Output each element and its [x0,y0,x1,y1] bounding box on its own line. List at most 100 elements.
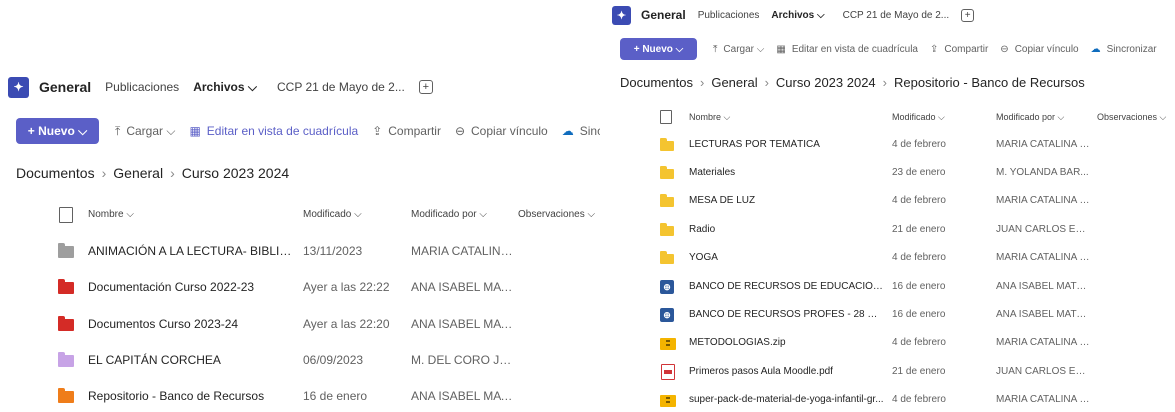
table-row[interactable]: super-pack-de-material-de-yoga-infantil-… [608,390,1175,410]
table-row[interactable]: Documentación Curso 2022-23 Ayer a las 2… [0,274,600,300]
file-modified-by: M. YOLANDA BAR... [996,167,1089,178]
web-link-icon: ⊕ [660,308,674,322]
breadcrumb-curso[interactable]: Curso 2023 2024 [182,165,289,181]
table-row[interactable]: Documentos Curso 2023-24 Ayer a las 22:2… [0,311,600,337]
table-row[interactable]: EL CAPITÁN CORCHEA 06/09/2023 M. DEL COR… [0,347,600,373]
table-row[interactable]: METODOLOGIAS.zip 4 de febrero MARIA CATA… [608,333,1175,353]
breadcrumb-separator-icon: › [764,75,769,90]
file-name[interactable]: Materiales [689,167,884,178]
team-logo-icon: ✦ [612,5,631,25]
column-observaciones[interactable]: Observaciones ⌵ [1097,112,1166,123]
table-row[interactable]: LECTURAS POR TEMÁTICA 4 de febrero MARIA… [608,135,1175,155]
edit-grid-label: Editar en vista de cuadrícula [791,43,918,55]
file-modified-by: ANA ISABEL MATO... [996,309,1092,320]
folder-icon [660,166,674,179]
file-name[interactable]: EL CAPITÁN CORCHEA [88,353,293,367]
file-name[interactable]: LECTURAS POR TEMÁTICA [689,139,884,150]
table-row[interactable]: ⊕ BANCO DE RECURSOS PROFES - 28 MAYO... … [608,305,1175,325]
copy-link-button[interactable]: ⊖ Copiar vínculo [455,124,548,138]
breadcrumb-general[interactable]: General [711,75,757,90]
sync-button[interactable]: ☁ Sincronizar [562,124,600,138]
add-tab-icon[interactable]: + [961,8,975,22]
file-modified: 4 de febrero [892,139,946,150]
channel-title: General [641,8,686,22]
tab-ccp[interactable]: CCP 21 de Mayo de 2... [277,80,405,94]
breadcrumb-curso[interactable]: Curso 2023 2024 [776,75,876,90]
sync-button[interactable]: ☁ Sincronizar [1091,44,1157,55]
chevron-down-icon: ⌵ [817,9,825,21]
column-modified-by[interactable]: Modificado por ⌵ [411,209,487,220]
folder-icon [660,194,674,207]
table-row[interactable]: ⊕ BANCO DE RECURSOS DE EDUCACIÓN INF... … [608,277,1175,297]
column-modified-by[interactable]: Modificado por ⌵ [996,112,1064,123]
grid-icon: ▦ [189,124,201,138]
table-row[interactable]: Radio 21 de enero JUAN CARLOS ESPI... [608,220,1175,240]
breadcrumb: Documentos › General › Curso 2023 2024 › Repos… [620,75,1085,90]
zip-file-icon [660,338,676,350]
breadcrumb-separator-icon: › [882,75,888,90]
tab-archivos[interactable]: Archivos ⌵ [771,10,824,21]
upload-button[interactable]: ⤒ Cargar ⌵ [713,44,764,55]
upload-icon: ⤒ [713,43,718,55]
file-modified: Ayer a las 22:22 [303,280,390,294]
table-row[interactable]: ANIMACIÓN A LA LECTURA- BIBLIOTECA 13/11… [0,238,600,264]
grid-icon: ▦ [776,43,786,55]
file-modified-by: JUAN CARLOS ESPI... [996,366,1092,377]
tab-ccp[interactable]: CCP 21 de Mayo de 2... [843,10,950,21]
edit-grid-button[interactable]: ▦ Editar en vista de cuadrícula [189,124,358,138]
column-name[interactable]: Nombre ⌵ [88,209,134,220]
file-name[interactable]: super-pack-de-material-de-yoga-infantil-… [689,394,884,405]
tab-publicaciones[interactable]: Publicaciones [698,10,760,21]
column-modified[interactable]: Modificado ⌵ [892,112,945,123]
table-row[interactable]: Primeros pasos Aula Moodle.pdf 21 de ene… [608,362,1175,382]
file-name[interactable]: Radio [689,224,884,235]
link-icon: ⊖ [1000,43,1009,55]
upload-button[interactable]: ⤒ Cargar ⌵ [115,124,175,139]
column-observaciones[interactable]: Observaciones ⌵ [518,209,595,220]
table-row[interactable]: Repositorio - Banco de Recursos 16 de en… [0,383,600,409]
file-name[interactable]: Documentación Curso 2022-23 [88,280,293,294]
file-modified: 13/11/2023 [303,244,363,258]
copy-link-label: Copiar vínculo [471,124,548,138]
file-name[interactable]: YOGA [689,252,884,263]
table-row[interactable]: MESA DE LUZ 4 de febrero MARIA CATALINA … [608,191,1175,211]
table-row[interactable]: Materiales 23 de enero M. YOLANDA BAR... [608,163,1175,183]
file-modified-by: MARIA CATALINA J... [996,139,1092,150]
column-modified[interactable]: Modificado ⌵ [303,209,362,220]
file-modified: 16 de enero [892,309,946,320]
tab-archivos-label: Archivos [193,79,245,94]
file-name[interactable]: BANCO DE RECURSOS DE EDUCACIÓN INF... [689,281,884,292]
file-name[interactable]: MESA DE LUZ [689,195,884,206]
tab-archivos[interactable]: Archivos ⌵ [193,80,257,95]
file-modified: 23 de enero [892,167,946,178]
breadcrumb: Documentos › General › Curso 2023 2024 [16,165,289,181]
share-icon: ⇪ [372,124,383,138]
column-name[interactable]: Nombre ⌵ [689,112,730,123]
new-button[interactable]: + Nuevo ⌵ [620,38,697,60]
file-name[interactable]: Primeros pasos Aula Moodle.pdf [689,366,884,377]
file-name[interactable]: ANIMACIÓN A LA LECTURA- BIBLIOTECA [88,244,293,258]
upload-label: Cargar ⌵ [723,43,765,55]
share-label: Compartir [388,124,441,138]
file-name[interactable]: BANCO DE RECURSOS PROFES - 28 MAYO... [689,309,884,320]
file-modified: 4 de febrero [892,195,946,206]
add-tab-icon[interactable]: + [418,80,433,94]
new-button[interactable]: + Nuevo ⌵ [16,118,99,144]
breadcrumb-general[interactable]: General [113,165,163,181]
file-name[interactable]: Repositorio - Banco de Recursos [88,389,293,403]
right-files-view: ✦ General Publicaciones Archivos ⌵ CCP 2… [608,0,1175,412]
table-row[interactable]: YOGA 4 de febrero MARIA CATALINA J... [608,248,1175,268]
web-link-icon: ⊕ [660,280,674,294]
edit-grid-button[interactable]: ▦ Editar en vista de cuadrícula [776,44,918,55]
file-name[interactable]: METODOLOGIAS.zip [689,337,884,348]
tab-archivos-label: Archivos [771,9,815,21]
breadcrumb-repositorio[interactable]: Repositorio - Banco de Recursos [894,75,1085,90]
copy-link-button[interactable]: ⊖ Copiar vínculo [1000,44,1078,55]
tab-publicaciones[interactable]: Publicaciones [105,80,179,94]
breadcrumb-documentos[interactable]: Documentos [620,75,693,90]
share-icon: ⇪ [930,43,939,55]
breadcrumb-documentos[interactable]: Documentos [16,165,95,181]
share-button[interactable]: ⇪ Compartir [930,44,988,55]
share-button[interactable]: ⇪ Compartir [372,124,441,138]
file-name[interactable]: Documentos Curso 2023-24 [88,317,293,331]
